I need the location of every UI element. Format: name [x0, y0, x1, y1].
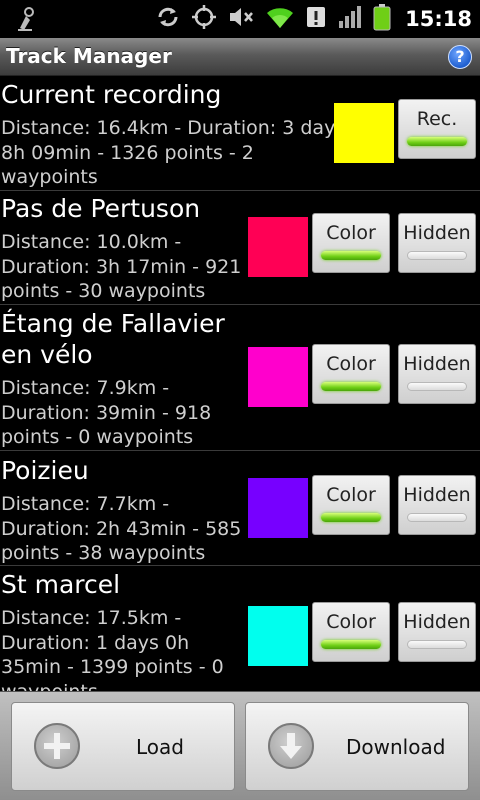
title-bar: Track Manager ? [0, 38, 480, 76]
toggle-indicator [321, 382, 381, 391]
download-arrow-icon [268, 723, 314, 769]
hidden-toggle-button[interactable]: Hidden [398, 344, 476, 404]
track-info-line: Duration: 3h 17min - 921 [1, 255, 242, 278]
track-name: Current recording [1, 80, 222, 109]
color-toggle-button[interactable]: Color [312, 344, 390, 404]
track-color-swatch [248, 347, 308, 407]
download-button[interactable]: Download [245, 702, 469, 791]
hidden-toggle-button[interactable]: Hidden [398, 602, 476, 662]
toggle-indicator [407, 640, 467, 649]
toggle-indicator [321, 251, 381, 260]
mute-icon [227, 4, 255, 34]
rec-toggle-button[interactable]: Rec. [398, 99, 476, 159]
track-name: St marcel [1, 570, 121, 599]
signal-icon [337, 4, 363, 34]
clock: 15:18 [405, 7, 472, 31]
app-notification-icon [14, 6, 36, 36]
track-info-line: Duration: 1 days 0h [1, 631, 190, 654]
color-toggle-button[interactable]: Color [312, 213, 390, 273]
track-info-line: 8h 09min - 1326 points - 2 [1, 141, 254, 164]
track-list[interactable]: Current recording Distance: 16.4km - Dur… [0, 77, 480, 691]
hidden-toggle-button[interactable]: Hidden [398, 475, 476, 535]
track-color-swatch [334, 103, 394, 163]
page-title: Track Manager [6, 44, 172, 68]
toggle-indicator [407, 382, 467, 391]
track-row-pas-de-pertuson[interactable]: Pas de Pertuson Distance: 10.0km - Durat… [0, 191, 480, 305]
track-info-line: Duration: 39min - 918 [1, 401, 212, 424]
download-label: Download [346, 735, 446, 759]
track-info-line: waypoints [1, 166, 98, 188]
track-info-line: points - 0 waypoints [1, 426, 194, 448]
plus-icon [34, 723, 80, 769]
track-name: Pas de Pertuson [1, 194, 201, 223]
track-color-swatch [248, 478, 308, 538]
color-toggle-button[interactable]: Color [312, 602, 390, 662]
bottom-bar: Load Download [0, 691, 480, 800]
track-info-line: points - 38 waypoints [1, 542, 206, 564]
track-info-line: Duration: 2h 43min - 585 [1, 517, 242, 540]
gps-icon [191, 4, 217, 34]
toggle-indicator [321, 640, 381, 649]
track-info-line: 35min - 1399 points - 0 [1, 656, 224, 678]
track-info-line: Distance: 7.7km - [1, 493, 170, 515]
track-color-swatch [248, 217, 308, 277]
sync-icon [155, 4, 181, 34]
wifi-icon [265, 4, 295, 34]
track-info-line: Distance: 16.4km - Duration: 3 days [1, 117, 346, 139]
toggle-indicator [321, 513, 381, 522]
track-row-poizieu[interactable]: Poizieu Distance: 7.7km - Duration: 2h 4… [0, 451, 480, 566]
track-name: en vélo [1, 340, 93, 369]
track-info-line: Distance: 7.9km - [1, 377, 170, 399]
track-info-line: Distance: 10.0km - [1, 231, 182, 253]
track-row-etang-de-fallavier[interactable]: Étang de Fallavier en vélo Distance: 7.9… [0, 305, 480, 451]
toggle-indicator [407, 251, 467, 260]
track-row-st-marcel[interactable]: St marcel Distance: 17.5km - Duration: 1… [0, 566, 480, 691]
load-label: Load [136, 735, 184, 759]
track-info-line: waypoints [1, 680, 224, 692]
toggle-indicator [407, 513, 467, 522]
track-name: Poizieu [1, 456, 89, 485]
color-toggle-button[interactable]: Color [312, 475, 390, 535]
load-button[interactable]: Load [11, 702, 235, 791]
alert-icon [305, 4, 327, 34]
hidden-toggle-button[interactable]: Hidden [398, 213, 476, 273]
track-color-swatch [248, 606, 308, 666]
help-icon[interactable]: ? [448, 45, 472, 69]
track-info-line: Distance: 17.5km - [1, 607, 182, 629]
toggle-indicator [407, 137, 467, 146]
track-name: Étang de Fallavier [1, 309, 225, 338]
track-info-line: points - 30 waypoints [1, 280, 206, 302]
battery-icon [373, 3, 391, 35]
status-bar: 15:18 [0, 0, 480, 38]
track-row-current-recording[interactable]: Current recording Distance: 16.4km - Dur… [0, 77, 480, 191]
